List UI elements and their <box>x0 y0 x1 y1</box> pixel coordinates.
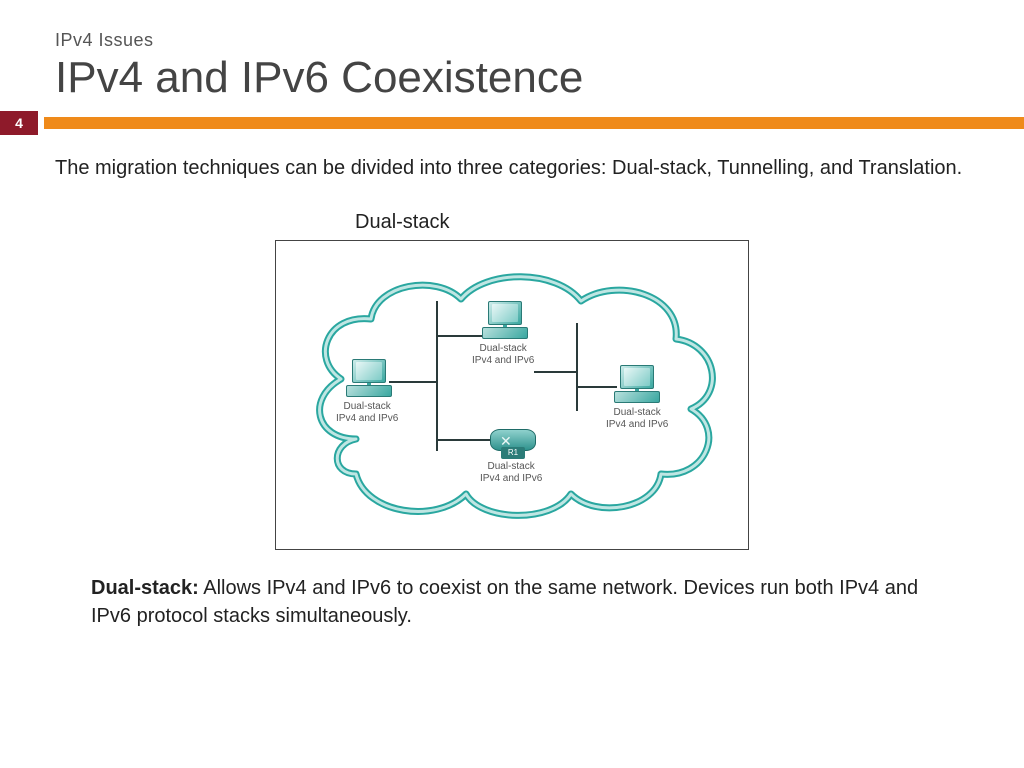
device-label-line1: Dual-stack <box>344 401 391 412</box>
device-label-line2: IPv4 and IPv6 <box>336 413 398 424</box>
footer-paragraph: Dual-stack: Allows IPv4 and IPv6 to coex… <box>91 574 933 630</box>
computer-icon <box>482 301 528 341</box>
network-link <box>577 386 617 388</box>
diagram-title: Dual-stack <box>355 211 969 234</box>
device-label-line2: IPv4 and IPv6 <box>472 355 534 366</box>
network-segment <box>436 301 438 451</box>
footer-text-body: Allows IPv4 and IPv6 to coexist on the s… <box>91 577 918 627</box>
device-label-line1: Dual-stack <box>488 461 535 472</box>
diagram-frame: Dual-stack IPv4 and IPv6 Dual-stack IPv4… <box>275 240 749 550</box>
device-label-line2: IPv4 and IPv6 <box>606 419 668 430</box>
slide-title: IPv4 and IPv6 Coexistence <box>55 53 1024 103</box>
slide-body: The migration techniques can be divided … <box>0 135 1024 630</box>
slide-subtitle: IPv4 Issues <box>55 30 1024 51</box>
device-label-right: Dual-stack IPv4 and IPv6 <box>606 407 668 431</box>
device-label-line2: IPv4 and IPv6 <box>480 473 542 484</box>
network-link <box>437 439 492 441</box>
divider-bar: 4 <box>0 111 1024 135</box>
computer-icon <box>614 365 660 405</box>
page-number-badge: 4 <box>0 111 38 135</box>
router-icon: ✕ R1 <box>490 427 536 453</box>
device-label-router: Dual-stack IPv4 and IPv6 <box>480 461 542 485</box>
network-link <box>437 335 485 337</box>
network-link <box>534 371 576 373</box>
network-link <box>389 381 436 383</box>
accent-bar <box>44 117 1024 129</box>
network-segment <box>576 323 578 411</box>
intro-text: The migration techniques can be divided … <box>55 153 969 183</box>
device-label-line1: Dual-stack <box>614 407 661 418</box>
slide-header: IPv4 Issues IPv4 and IPv6 Coexistence <box>0 0 1024 103</box>
device-label-left: Dual-stack IPv4 and IPv6 <box>336 401 398 425</box>
device-label-line1: Dual-stack <box>480 343 527 354</box>
computer-icon <box>346 359 392 399</box>
footer-bold-term: Dual-stack: <box>91 577 199 599</box>
router-name: R1 <box>501 447 525 459</box>
device-label-top: Dual-stack IPv4 and IPv6 <box>472 343 534 367</box>
